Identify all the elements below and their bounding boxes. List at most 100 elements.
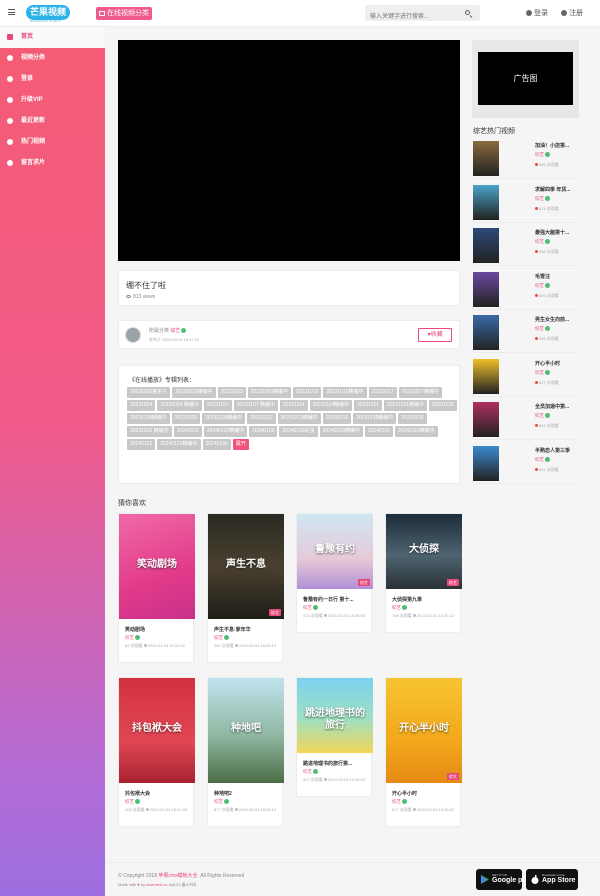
hot-thumbnail[interactable] [473,402,499,437]
hot-title[interactable]: 开心半小时 [535,360,579,367]
episode-tag[interactable]: 20231205精编中 [202,413,246,424]
login-link[interactable]: 登录 [526,9,548,18]
video-poster[interactable]: 笑动剧场 [119,514,195,619]
hot-title[interactable]: 男生女生向前... [535,316,579,323]
episode-tag[interactable]: 20231219精编中 [353,413,397,424]
video-poster[interactable]: 跳进地理书的旅行 [297,678,373,753]
episode-tag[interactable]: 20231226 [398,413,427,424]
episode-tag[interactable]: 20231017精编中 [398,387,442,398]
hot-thumbnail[interactable] [473,228,499,263]
episode-tag[interactable]: 20231219 [322,413,352,424]
video-card-category[interactable]: 综艺 [214,799,229,805]
video-card[interactable]: 大侦探 综艺 大侦探第九季 综艺 798 次观看 2024-03-03 15:25:12 [385,513,462,633]
video-card-category[interactable]: 综艺 [303,769,318,775]
episode-tag[interactable]: 20240123精编中 [157,439,201,450]
hot-title[interactable]: 毛雪汪 [535,273,579,280]
video-poster[interactable]: 种地吧 [208,678,284,783]
episode-tag[interactable]: 20231205 [171,413,201,424]
episode-tag[interactable]: 20231010 [293,387,322,398]
site-name-link[interactable]: 苹果cms模板大全 [158,873,197,879]
episode-tag[interactable]: 20240109 [249,426,278,437]
episode-tag[interactable]: 20231212精编中 [277,413,321,424]
video-card-title[interactable]: 抖包袱大会 [125,790,191,797]
episode-tag[interactable]: 20231128精编中 [127,413,170,424]
video-card[interactable]: 跳进地理书的旅行 跳进地理书的旅行第... 综艺 927 次观看 2024-03-03… [296,677,373,797]
search-input[interactable] [365,9,460,25]
video-card-title[interactable]: 种地吧2 [214,790,280,797]
video-card-title[interactable]: 声生不息·家年华 [214,626,280,633]
app-store-button[interactable]: Download on the App Store [526,869,578,890]
google-play-button[interactable]: GET IT ON Google play [476,869,532,890]
video-poster[interactable]: 开心半小时 综艺 [386,678,462,783]
video-card-title[interactable]: 鲁豫有约一日行 第十... [303,596,369,603]
episode-tag[interactable]: 20240116 [364,426,393,437]
episode-tag[interactable]: 20231128 [428,400,457,411]
ad-banner[interactable]: 广告图 [472,40,579,118]
video-card[interactable]: 声生不息 综艺 声生不息·家年华 综艺 280 次观看 2024-03-03 15:25… [207,513,284,663]
hot-thumbnail[interactable] [473,271,499,307]
episode-tag[interactable]: 20240102 [173,426,202,437]
episode-tag[interactable]: 20231003精编中 [247,387,291,398]
hot-category[interactable]: 综艺 [535,282,550,289]
ad-image[interactable]: 广告图 [478,52,573,105]
episode-tag[interactable]: 20240109彩蛋 [279,426,318,437]
menu-icon[interactable] [8,9,15,15]
video-card-title[interactable]: 大侦探第九季 [392,596,458,603]
video-card[interactable]: 抖包袱大会 抖包袱大会 综艺 208 次观看 2024-03-03 15:21:03 [118,677,195,827]
hot-video-item[interactable]: 加油！小店第... 综艺 598 次观看 [473,139,579,179]
hot-title[interactable]: 全员加速中第... [535,403,579,410]
episode-tag[interactable]: 20230926第末子 [127,387,171,398]
episode-tag[interactable]: 20240116精编中 [394,426,438,437]
hot-title[interactable]: 最强大脑第十... [535,229,579,236]
hot-title[interactable]: 半熟恋人第三季 [535,447,579,454]
site-link[interactable]: www.test.cn [146,882,167,887]
episode-tag[interactable]: 20231212 [247,413,276,424]
episode-tag[interactable]: 20231114精编中 [309,400,353,411]
sidebar-item-vip[interactable]: 升级VIP [0,90,105,111]
site-logo[interactable]: 芒果视频 MANGGUO SHIPIN [26,5,71,23]
hot-title[interactable]: 加油！小店第... [535,142,579,149]
episode-tag[interactable]: 20231010精编中 [323,387,367,398]
hot-video-item[interactable]: 求解四季 年货... 综艺 878 次观看 [473,183,579,223]
hot-category[interactable]: 综艺 [535,326,550,332]
episode-tag[interactable]: 20231003 [217,387,246,398]
episode-tag[interactable]: 20230926精编中 [172,387,216,398]
category-button[interactable]: 在线视频分类 [96,7,152,20]
video-card[interactable]: 笑动剧场 笑动剧场 综艺 82 次观看 2024-03-03 15:24:32 [118,513,195,663]
hot-thumbnail[interactable] [473,445,499,481]
hot-video-item[interactable]: 毛雪汪 综艺 809 次观看 [473,270,579,310]
video-player[interactable] [118,40,460,261]
category-link[interactable]: 综艺 [170,328,180,334]
hot-thumbnail[interactable] [473,315,499,350]
search-icon[interactable] [465,10,470,15]
hot-video-item[interactable]: 开心半小时 综艺 617 次观看 [473,357,579,397]
video-card[interactable]: 鲁豫有约 综艺 鲁豫有约一日行 第十... 综艺 374 次观看 2024-03-03 … [296,513,373,633]
video-card[interactable]: 开心半小时 综艺 开心半小时 综艺 617 次观看 2024-03-03 15:25:4… [385,677,462,827]
episode-tag[interactable]: 20231226 精编中 [127,426,172,437]
video-poster[interactable]: 声生不息 综艺 [208,514,284,619]
sidebar-item-login[interactable]: 登录 [0,69,105,90]
video-card-category[interactable]: 综艺 [125,799,140,805]
episode-tag[interactable]: 20231121 [354,400,382,411]
expand-button[interactable]: 展开 [232,439,249,450]
hot-thumbnail[interactable] [473,141,499,176]
video-card-category[interactable]: 综艺 [392,799,407,805]
avatar[interactable] [125,327,141,343]
video-card-category[interactable]: 综艺 [392,605,407,611]
episode-tag[interactable]: 20240102精编中 [203,426,248,437]
episode-tag[interactable]: 20231024 精编中 [157,400,202,411]
hot-category[interactable]: 综艺 [535,369,550,376]
hot-video-item[interactable]: 最强大脑第十... 综艺 558 次观看 [473,226,579,266]
episode-tag[interactable]: 20231107 [203,400,232,411]
episode-tag[interactable]: 20231121精编中 [383,400,427,411]
episode-tag[interactable]: 20240123 [127,439,156,450]
sidebar-item-categories[interactable]: 视频分类 [0,48,105,69]
sidebar-item-request[interactable]: 留言求片 [0,153,105,174]
hot-category[interactable]: 综艺 [535,239,550,245]
video-card-title[interactable]: 跳进地理书的旅行第... [303,760,369,767]
episode-tag[interactable]: 20240109精编中 [319,426,363,437]
episode-tag[interactable]: 20240130 [202,439,231,450]
video-card-category[interactable]: 综艺 [303,605,318,611]
favorite-button[interactable]: ♥收藏 [418,328,452,342]
hot-category[interactable]: 综艺 [535,195,550,202]
